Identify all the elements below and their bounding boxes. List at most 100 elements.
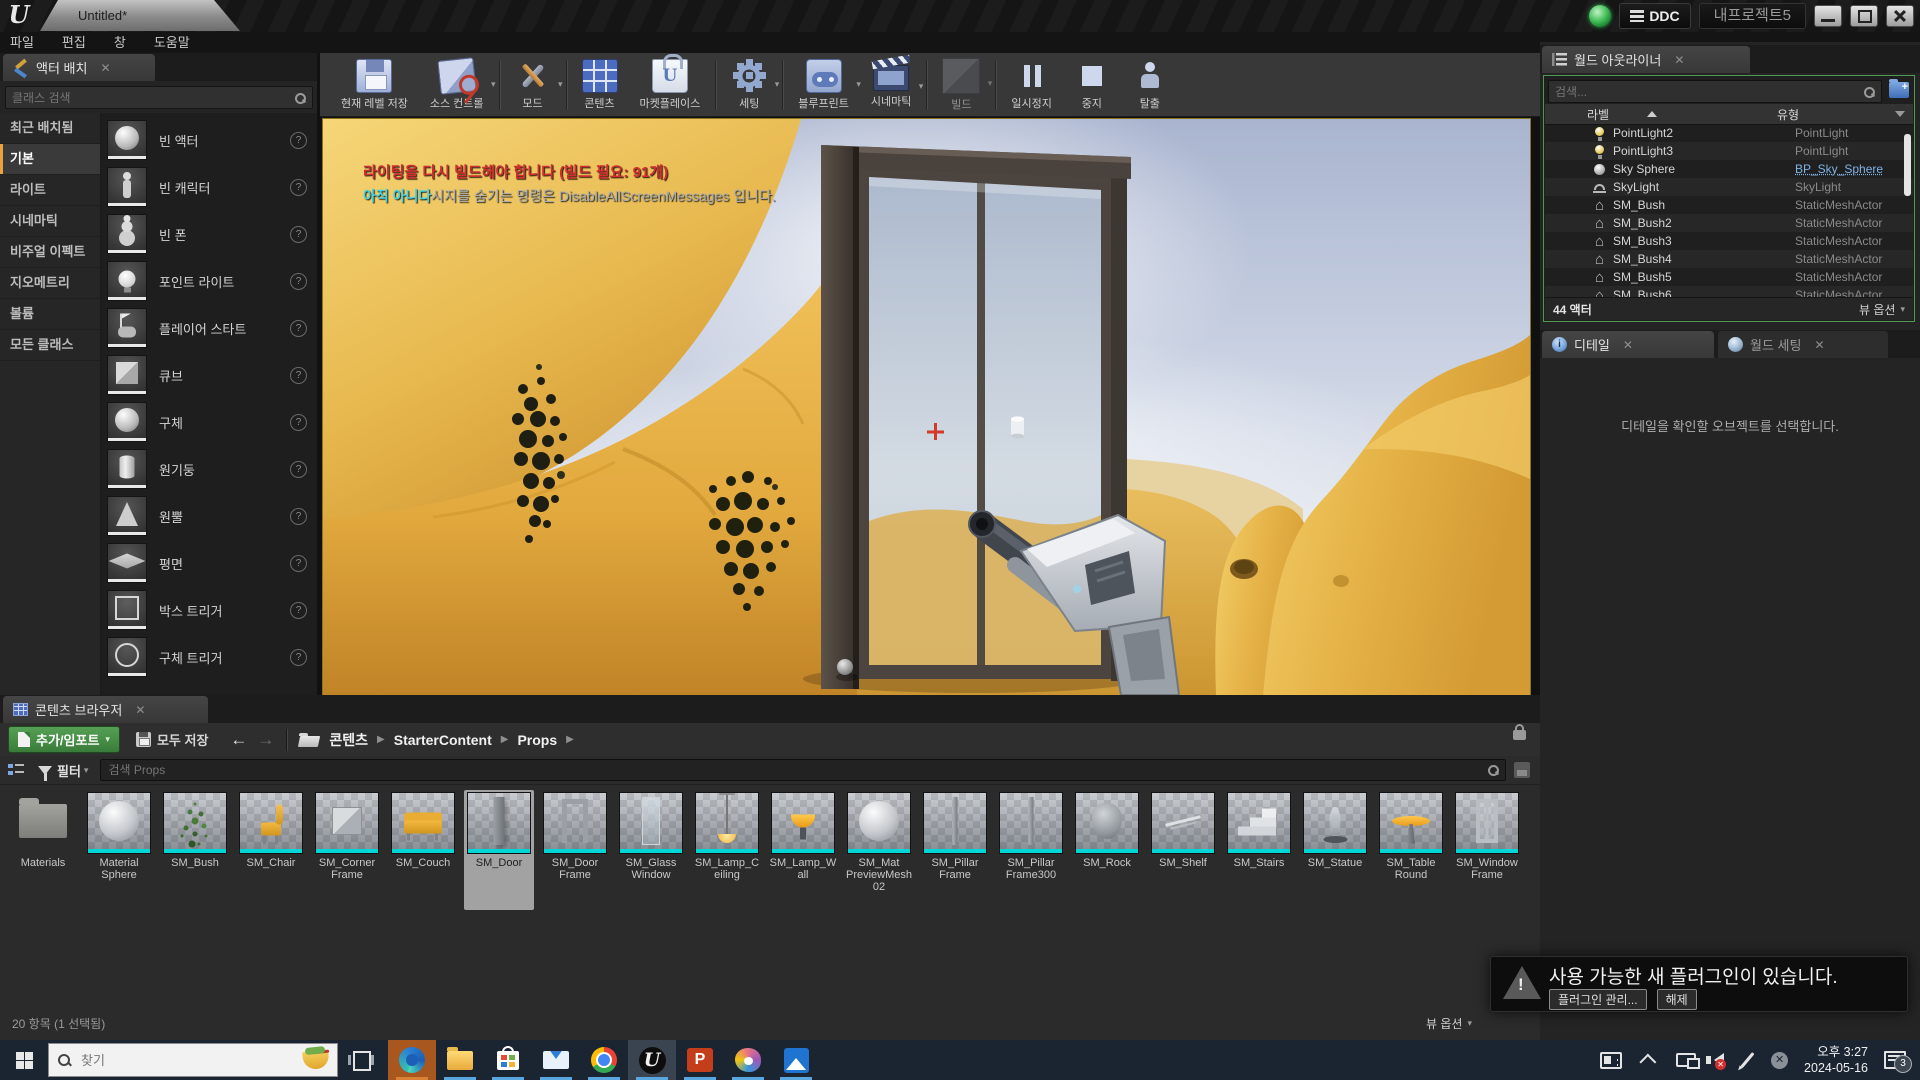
world-settings-tab[interactable]: 월드 세팅 ✕ (1718, 331, 1888, 358)
asset-item[interactable]: SM_Mat PreviewMesh 02 (844, 790, 914, 910)
actor-sphere-trigger[interactable]: 구체 트리거? (107, 636, 311, 678)
outliner-search-input[interactable] (1549, 85, 1863, 99)
category-visual-effects[interactable]: 비주얼 이펙트 (0, 237, 100, 268)
category-volumes[interactable]: 볼륨 (0, 299, 100, 330)
close-tab-icon[interactable]: ✕ (1814, 338, 1824, 352)
add-import-button[interactable]: 추가/임포트 ▾ (8, 726, 120, 753)
new-folder-icon[interactable] (1889, 82, 1909, 98)
asset-item[interactable]: SM_Couch (388, 790, 458, 910)
actor-sphere[interactable]: 구체? (107, 401, 311, 443)
outliner-row[interactable]: SM_Bush2StaticMeshActor (1545, 214, 1913, 232)
content-browser-view-options[interactable]: 뷰 옵션 ▾ (1396, 1015, 1480, 1032)
sources-panel-icon[interactable] (8, 763, 24, 777)
action-center-icon[interactable]: 3 (1884, 1051, 1906, 1069)
taskbar-app-unreal[interactable]: U (628, 1040, 676, 1080)
breadcrumb-content[interactable]: 콘텐츠 (329, 730, 368, 750)
column-label[interactable]: 라벨 (1545, 106, 1647, 123)
taskbar-app-edge[interactable] (388, 1040, 436, 1080)
nav-forward-icon[interactable]: → (257, 730, 274, 750)
dismiss-button[interactable]: 해제 (1657, 989, 1697, 1010)
menu-file[interactable]: 파일 (0, 32, 48, 53)
save-level-button[interactable]: 현재 레벨 저장 (330, 59, 419, 111)
menu-help[interactable]: 도움말 (140, 32, 204, 53)
visibility-eye-icon[interactable] (1551, 146, 1566, 157)
filter-funnel-icon[interactable] (38, 766, 52, 775)
tray-expand-chevron-icon[interactable] (1639, 1054, 1656, 1071)
filter-label[interactable]: 필터 (57, 761, 81, 780)
content-button[interactable]: 콘텐츠 (571, 59, 629, 111)
taskbar-app-photos[interactable] (772, 1040, 820, 1080)
visibility-eye-icon[interactable] (1551, 128, 1566, 139)
lock-icon[interactable] (1513, 730, 1526, 740)
close-tab-icon[interactable]: ✕ (1623, 338, 1633, 352)
actor-cube[interactable]: 큐브? (107, 354, 311, 396)
actor-cylinder[interactable]: 원기둥? (107, 448, 311, 490)
actor-empty-actor[interactable]: 빈 액터? (107, 119, 311, 161)
start-button[interactable] (0, 1040, 48, 1080)
asset-item[interactable]: SM_Window Frame (1452, 790, 1522, 910)
asset-search-input[interactable] (101, 763, 1487, 777)
maximize-button[interactable] (1850, 5, 1878, 27)
asset-item[interactable]: SM_Door Frame (540, 790, 610, 910)
asset-item-materials[interactable]: Materials (8, 790, 78, 910)
volume-muted-icon[interactable] (1714, 1053, 1724, 1067)
category-geometry[interactable]: 지오메트리 (0, 268, 100, 299)
visibility-eye-icon[interactable] (1551, 272, 1566, 283)
news-widget-icon[interactable] (1600, 1052, 1622, 1069)
taskbar-app-store[interactable] (484, 1040, 532, 1080)
outliner-row[interactable]: PointLight3PointLight (1545, 142, 1913, 160)
category-cinematic[interactable]: 시네마틱 (0, 206, 100, 237)
outliner-row[interactable]: PointLight2PointLight (1545, 124, 1913, 142)
pen-icon[interactable] (1741, 1052, 1755, 1068)
visibility-eye-icon[interactable] (1551, 254, 1566, 265)
asset-item[interactable]: SM_Bush (160, 790, 230, 910)
minimize-button[interactable] (1814, 5, 1842, 27)
asset-item[interactable]: SM_Pillar Frame300 (996, 790, 1066, 910)
menu-edit[interactable]: 편집 (48, 32, 100, 53)
actor-point-light[interactable]: 포인트 라이트? (107, 260, 311, 302)
category-lights[interactable]: 라이트 (0, 175, 100, 206)
taskbar-app-chrome[interactable] (580, 1040, 628, 1080)
nav-back-icon[interactable]: ← (230, 730, 247, 750)
asset-item[interactable]: SM_Stairs (1224, 790, 1294, 910)
close-tab-icon[interactable]: ✕ (1674, 53, 1684, 67)
details-tab[interactable]: i 디테일 ✕ (1542, 331, 1714, 358)
level-tab[interactable]: Untitled* (40, 0, 240, 31)
save-search-icon[interactable] (1514, 762, 1530, 778)
outliner-scrollbar[interactable] (1904, 134, 1911, 196)
build-button[interactable]: 빌드▾ (931, 58, 991, 112)
asset-item[interactable]: SM_Chair (236, 790, 306, 910)
column-type[interactable]: 유형 (1777, 106, 1895, 123)
asset-item[interactable]: SM_Lamp_Ceiling (692, 790, 762, 910)
actor-player-start[interactable]: 플레이어 스타트? (107, 307, 311, 349)
network-icon[interactable] (1676, 1053, 1696, 1067)
blocked-status-icon[interactable]: ✕ (1771, 1052, 1788, 1069)
manage-plugins-button[interactable]: 플러그인 관리... (1549, 989, 1647, 1010)
level-viewport[interactable]: 라이팅을 다시 빌드해야 합니다 (빌드 필요: 91개) 아직 아니다시지를 … (322, 118, 1531, 696)
asset-item[interactable]: SM_Table Round (1376, 790, 1446, 910)
marketplace-button[interactable]: 마켓플레이스 (629, 59, 712, 111)
outliner-row[interactable]: SM_Bush4StaticMeshActor (1545, 250, 1913, 268)
place-actors-tab[interactable]: 액터 배치 ✕ (3, 54, 155, 81)
asset-item[interactable]: SM_Shelf (1148, 790, 1218, 910)
close-button[interactable] (1886, 5, 1914, 27)
eject-button[interactable]: 탈출 (1121, 59, 1179, 111)
asset-item[interactable]: SM_Corner Frame (312, 790, 382, 910)
blueprints-button[interactable]: 블루프린트▾ (787, 59, 860, 111)
taskbar-clock[interactable]: 오후 3:27 2024-05-16 (1804, 1044, 1868, 1076)
category-basic[interactable]: 기본 (0, 144, 100, 175)
close-tab-icon[interactable]: ✕ (135, 703, 145, 717)
close-tab-icon[interactable]: ✕ (100, 61, 110, 75)
visibility-eye-icon[interactable] (1551, 200, 1566, 211)
category-recent[interactable]: 최근 배치됨 (0, 113, 100, 144)
ddc-button[interactable]: DDC (1619, 3, 1690, 29)
task-view-button[interactable] (348, 1048, 374, 1072)
asset-item[interactable]: SM_Pillar Frame (920, 790, 990, 910)
menu-window[interactable]: 창 (100, 32, 140, 53)
pause-button[interactable]: 일시정지 (1000, 59, 1062, 111)
actor-cone[interactable]: 원뿔? (107, 495, 311, 537)
taskbar-app-powerpoint[interactable]: P (676, 1040, 724, 1080)
asset-item[interactable]: SM_Rock (1072, 790, 1142, 910)
taskbar-app-paint[interactable] (724, 1040, 772, 1080)
actor-plane[interactable]: 평면? (107, 542, 311, 584)
